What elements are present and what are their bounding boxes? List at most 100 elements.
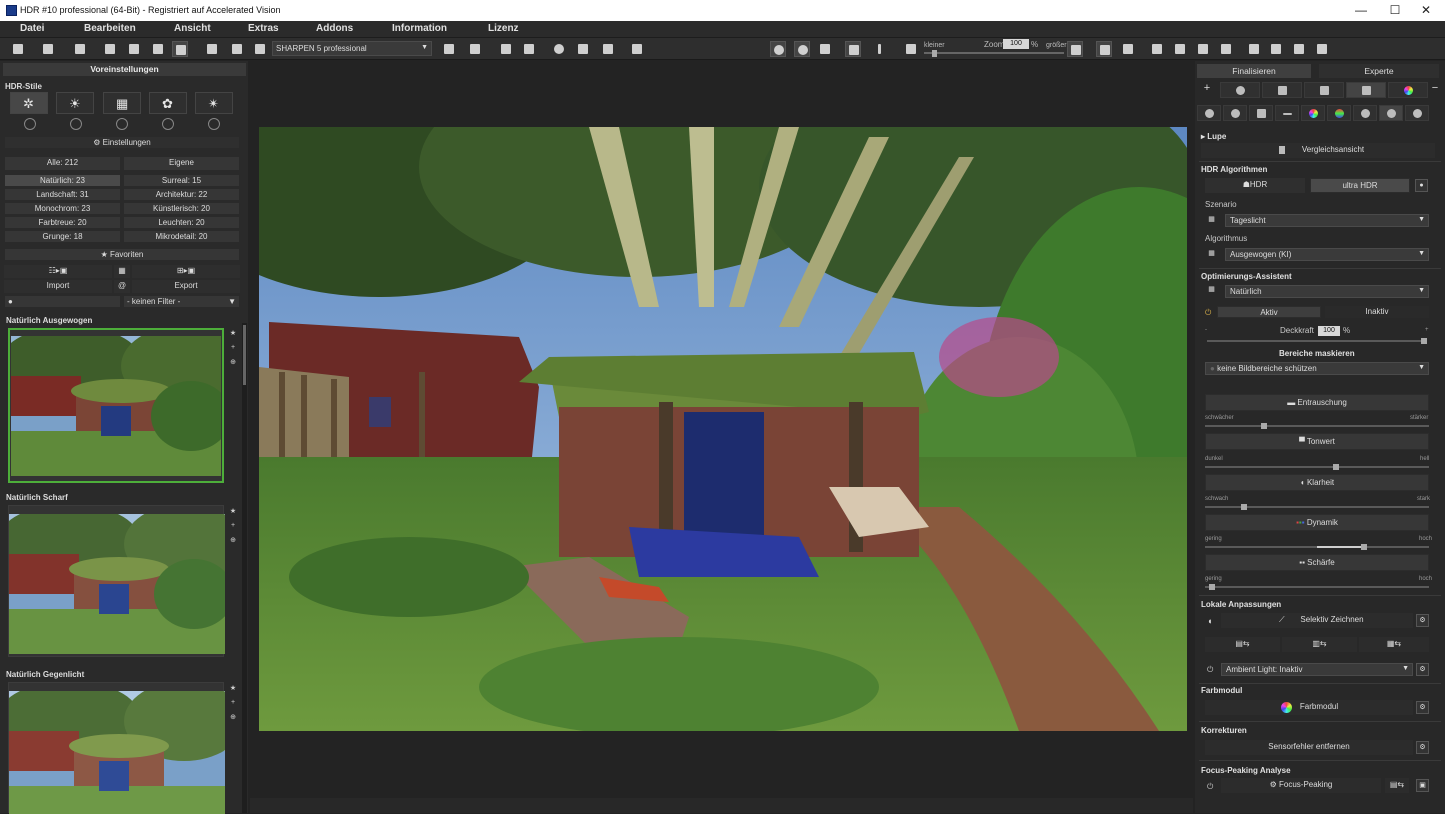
fit-icon[interactable] [1096, 41, 1112, 57]
focus-peaking-button[interactable]: ⚙ Focus-Peaking [1221, 778, 1381, 793]
tool-shield-icon[interactable] [1327, 105, 1351, 121]
style-ring-icon[interactable] [162, 118, 174, 130]
minimize-button[interactable]: — [1346, 2, 1376, 18]
remove-icon[interactable]: − [1428, 82, 1442, 98]
ambient-power-icon[interactable]: ⏻ [1207, 665, 1213, 675]
local-tool-1-icon[interactable]: ▤⇆ [1205, 637, 1280, 652]
focus-compare-icon[interactable]: ▤⇆ [1385, 778, 1409, 793]
refresh-icon[interactable] [252, 41, 268, 57]
local-tool-2-icon[interactable]: ▥⇆ [1282, 637, 1357, 652]
own-presets-button[interactable]: Eigene [123, 156, 240, 171]
denoise-slider[interactable] [1205, 423, 1429, 429]
settings-button[interactable]: ⚙ Einstellungen [4, 136, 240, 149]
color-wheel-icon[interactable] [1388, 82, 1428, 98]
category-button[interactable]: Monochrom: 23 [4, 202, 121, 215]
power-icon[interactable]: ⏻ [1205, 308, 1211, 318]
menu-information[interactable]: Information [392, 23, 447, 34]
all-presets-button[interactable]: Alle: 212 [4, 156, 121, 171]
scrollbar-thumb[interactable] [243, 325, 246, 385]
tool-gear-icon[interactable] [1197, 105, 1221, 121]
tool-image-icon[interactable] [1249, 105, 1273, 121]
share-icon[interactable] [1218, 41, 1234, 57]
flip-icon[interactable] [845, 41, 861, 57]
denoise-knob[interactable] [1261, 423, 1267, 429]
styles-icon[interactable] [172, 41, 188, 57]
category-button[interactable]: Surreal: 15 [123, 174, 240, 187]
assistant-select[interactable]: Natürlich ▼ [1225, 285, 1429, 298]
tool-nodes-icon[interactable] [1353, 105, 1377, 121]
view2-icon[interactable] [1172, 41, 1188, 57]
dynamic-button[interactable]: ▪▪▪ Dynamik [1205, 514, 1429, 531]
opacity-knob[interactable] [1421, 338, 1427, 344]
batch-icon[interactable] [102, 41, 118, 57]
compare-icon[interactable] [794, 41, 810, 57]
active-button[interactable]: Aktiv [1217, 306, 1321, 318]
clarity-slider[interactable] [1205, 504, 1429, 510]
grid-icon[interactable] [467, 41, 483, 57]
monitor-icon[interactable] [521, 41, 537, 57]
eye-icon[interactable] [770, 41, 786, 57]
style-natural-icon[interactable]: ✲ [10, 92, 48, 114]
tool-settings-icon[interactable] [1405, 105, 1429, 121]
full-icon[interactable] [1120, 41, 1136, 57]
view-icon[interactable] [1262, 82, 1302, 98]
layers-icon[interactable] [498, 41, 514, 57]
frame-icon[interactable] [600, 41, 616, 57]
panel2-icon[interactable] [1291, 41, 1307, 57]
category-button[interactable]: Farbtreue: 20 [4, 216, 121, 229]
sensor-settings-icon[interactable]: ⚙ [1416, 741, 1429, 754]
maximize-button[interactable]: ☐ [1380, 2, 1410, 18]
style-ring-icon[interactable] [70, 118, 82, 130]
add-icon[interactable]: + [1199, 82, 1215, 98]
save-icon[interactable] [204, 41, 220, 57]
image-canvas[interactable] [250, 61, 1193, 798]
hdr-button[interactable]: ☗HDR [1205, 178, 1305, 193]
style-sun-icon[interactable]: ☀ [56, 92, 94, 114]
layout-icon[interactable] [1246, 41, 1262, 57]
zoom-slider[interactable] [924, 50, 1064, 57]
main-photo[interactable] [259, 127, 1187, 731]
clarity-button[interactable]: ◖ Klarheit [1205, 474, 1429, 491]
algorithm-select[interactable]: Ausgewogen (KI) ▼ [1225, 248, 1429, 261]
style-building-icon[interactable]: ▦ [103, 92, 141, 114]
filter-select[interactable]: - keinen Filter - ▼ [123, 295, 240, 308]
sensor-fix-button[interactable]: Sensorfehler entfernen [1205, 740, 1413, 755]
layers-panel-icon[interactable] [1304, 82, 1344, 98]
category-button[interactable]: Grunge: 18 [4, 230, 121, 243]
presets-scrollbar[interactable] [242, 323, 247, 813]
style-sparkle-icon[interactable]: ✴ [195, 92, 233, 114]
focus-settings-icon[interactable]: ▣ [1416, 779, 1429, 792]
category-button[interactable]: Landschaft: 31 [4, 188, 121, 201]
tone-slider[interactable] [1205, 464, 1429, 470]
style-ring-icon[interactable] [208, 118, 220, 130]
local-tool-3-icon[interactable]: ▦⇆ [1359, 637, 1429, 652]
comment-icon[interactable] [1195, 41, 1211, 57]
style-ring-icon[interactable] [116, 118, 128, 130]
mask-select[interactable]: ● keine Bildbereiche schützen ▼ [1205, 362, 1429, 375]
preset-thumbnail[interactable] [8, 328, 224, 483]
zoom-in-icon[interactable] [1067, 41, 1083, 57]
tool-curve-icon[interactable] [1275, 105, 1299, 121]
import-button[interactable]: Import [4, 280, 112, 293]
close-button[interactable]: ✕ [1411, 2, 1441, 18]
print-icon[interactable] [126, 41, 142, 57]
selective-settings-icon[interactable]: ⚙ [1416, 614, 1429, 627]
style-ring-icon[interactable] [24, 118, 36, 130]
menu-addons[interactable]: Addons [316, 23, 353, 34]
category-button[interactable]: Architektur: 22 [123, 188, 240, 201]
print2-icon[interactable] [229, 41, 245, 57]
menu-lizenz[interactable]: Lizenz [488, 23, 519, 34]
tone-button[interactable]: ▀ Tonwert [1205, 433, 1429, 450]
tab-experte[interactable]: Experte [1319, 64, 1439, 78]
zoom-slider-knob[interactable] [932, 50, 937, 57]
preset-thumbnail[interactable] [8, 682, 225, 814]
panel1-icon[interactable] [1268, 41, 1284, 57]
export-button[interactable]: Export [132, 280, 240, 293]
zoom-out-icon[interactable] [903, 41, 919, 57]
dynamic-slider[interactable] [1205, 544, 1429, 550]
opacity-slider[interactable] [1207, 338, 1427, 344]
tool-contrast-icon[interactable] [1223, 105, 1247, 121]
export-icon[interactable] [441, 41, 457, 57]
panel3-icon[interactable] [1314, 41, 1330, 57]
zoom-value[interactable]: 100 [1003, 39, 1029, 49]
